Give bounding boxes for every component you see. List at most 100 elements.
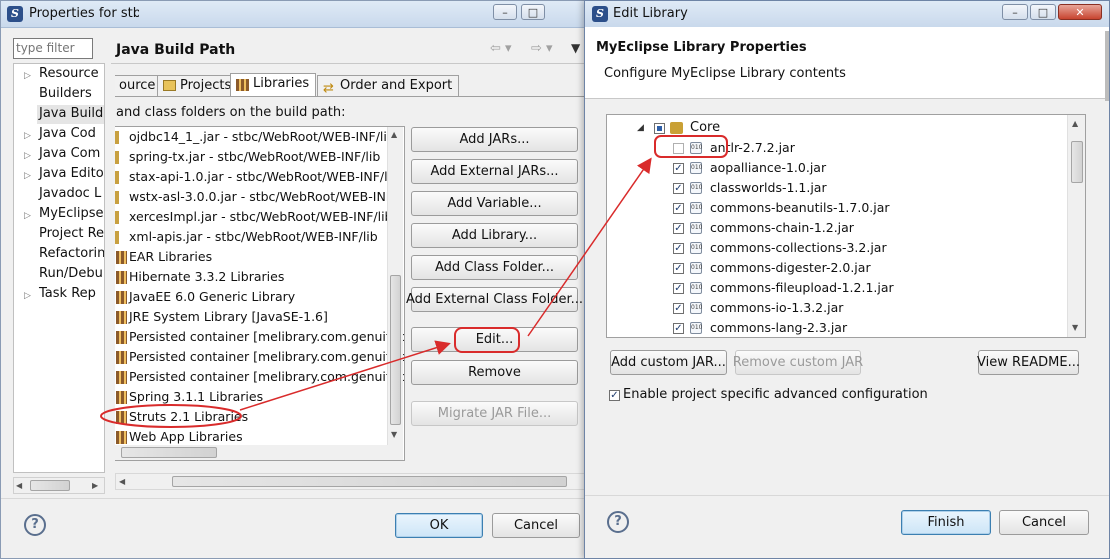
library-row[interactable]: stax-api-1.0.jar - stbc/WebRoot/WEB-INF/… [115, 167, 399, 187]
expand-arrow-icon[interactable]: ▷ [24, 291, 31, 301]
expand-arrow-icon[interactable]: ▷ [24, 171, 31, 181]
nav-item-java-editor[interactable]: Java Edito [39, 166, 104, 181]
nav-item-java-build-path[interactable]: Java Build [39, 106, 103, 121]
library-row[interactable]: xercesImpl.jar - stbc/WebRoot/WEB-INF/li… [115, 207, 393, 227]
library-row[interactable]: Persisted container [melibrary.com.genui… [115, 367, 404, 387]
jar-checkbox[interactable]: ✓ [673, 183, 684, 194]
nav-item-project-references[interactable]: Project Re [39, 226, 104, 241]
remove-custom-jar-button[interactable]: Remove custom JAR [733, 350, 863, 375]
help-icon[interactable]: ? [607, 511, 629, 533]
finish-button[interactable]: Finish [901, 510, 991, 535]
jar-name[interactable]: classworlds-1.1.jar [710, 178, 827, 198]
nav-item-run-debug[interactable]: Run/Debu [39, 266, 103, 281]
add-jars-button[interactable]: Add JARs... [411, 127, 578, 152]
view-readme-button[interactable]: View README... [977, 350, 1080, 375]
jar-checkbox[interactable]: ✓ [673, 203, 684, 214]
libraries-vscroll[interactable]: ▲ ▼ [387, 127, 403, 445]
library-row[interactable]: ojdbc14_1_.jar - stbc/WebRoot/WEB-INF/li… [115, 127, 395, 147]
jar-name[interactable]: commons-collections-3.2.jar [710, 238, 887, 258]
close-button[interactable]: ✕ [1058, 4, 1102, 20]
enable-advanced-checkbox[interactable]: ✓ [609, 390, 620, 401]
libraries-list[interactable]: ojdbc14_1_.jar - stbc/WebRoot/WEB-INF/li… [115, 126, 405, 461]
nav-back-icon[interactable]: ⇦ ▾ [490, 41, 512, 56]
properties-cancel-button[interactable]: Cancel [492, 513, 580, 538]
filter-input[interactable] [14, 39, 92, 56]
nav-item-java-compiler[interactable]: Java Com [39, 146, 100, 161]
minimize-button[interactable]: – [493, 4, 517, 20]
jar-checkbox[interactable]: ✓ [673, 323, 684, 334]
expand-arrow-icon[interactable]: ▷ [24, 151, 31, 161]
library-row[interactable]: Spring 3.1.1 Libraries [115, 387, 387, 407]
jar-name[interactable]: antlr-2.7.2.jar [710, 138, 795, 158]
tab-libraries[interactable]: Libraries [230, 73, 317, 97]
tree-root-core[interactable]: Core [690, 120, 720, 135]
maximize-button[interactable]: □ [1030, 4, 1056, 20]
nav-item-java-code[interactable]: Java Cod [39, 126, 96, 141]
nav-item-refactoring[interactable]: Refactorin [39, 246, 104, 261]
jar-name[interactable]: commons-beanutils-1.7.0.jar [710, 198, 890, 218]
collapse-arrow-icon[interactable]: ◢ [637, 123, 644, 133]
jar-checkbox[interactable]: ✓ [673, 303, 684, 314]
libraries-hscroll[interactable] [115, 445, 403, 460]
tab-projects[interactable]: Projects [157, 75, 239, 97]
nav-item-resource[interactable]: Resource [39, 66, 99, 81]
nav-forward-icon[interactable]: ⇨ ▾ [531, 41, 553, 56]
tab-source[interactable]: ource [115, 75, 163, 97]
view-menu-icon[interactable]: ▼ [571, 41, 580, 55]
minimize-button[interactable]: – [1002, 4, 1028, 20]
library-row[interactable]: Hibernate 3.3.2 Libraries [115, 267, 387, 287]
library-row[interactable]: xml-apis.jar - stbc/WebRoot/WEB-INF/lib [115, 227, 387, 247]
jar-name[interactable]: commons-digester-2.0.jar [710, 258, 871, 278]
jar-checkbox[interactable]: ✓ [673, 283, 684, 294]
add-external-jars-button[interactable]: Add External JARs... [411, 159, 578, 184]
library-row[interactable]: Persisted container [melibrary.com.genui… [115, 327, 404, 347]
expand-arrow-icon[interactable]: ▷ [24, 131, 31, 141]
jar-name[interactable]: commons-chain-1.2.jar [710, 218, 854, 238]
expand-arrow-icon[interactable]: ▷ [24, 71, 31, 81]
add-custom-jar-button[interactable]: Add custom JAR... [610, 350, 727, 375]
jar-checkbox[interactable]: ✓ [673, 223, 684, 234]
jar-checkbox[interactable] [673, 143, 684, 154]
tab-order-and-export[interactable]: ⇄ Order and Export [317, 75, 460, 97]
add-external-class-folder-button[interactable]: Add External Class Folder... [406, 287, 583, 312]
jar-name[interactable]: commons-io-1.3.2.jar [710, 298, 843, 318]
library-jar-tree[interactable]: ◢ Core 010 antlr-2.7.2.jar ✓ 010 aopalliance… [606, 114, 1086, 338]
add-library-button[interactable]: Add Library... [411, 223, 578, 248]
jar-name[interactable]: commons-lang-2.3.jar [710, 318, 847, 337]
nav-hscroll[interactable]: ◀ ▶ [13, 477, 105, 494]
maximize-button[interactable]: □ [521, 4, 545, 20]
jar-tree-vscroll[interactable]: ▲ ▼ [1067, 115, 1085, 337]
library-row[interactable]: JRE System Library [JavaSE-1.6] [115, 307, 387, 327]
library-row[interactable]: Struts 2.1 Libraries [115, 407, 387, 427]
nav-item-myeclipse[interactable]: MyEclipse [39, 206, 104, 221]
add-class-folder-button[interactable]: Add Class Folder... [411, 255, 578, 280]
edit-button[interactable]: Edit... [411, 327, 578, 352]
jar-name[interactable]: aopalliance-1.0.jar [710, 158, 826, 178]
library-row[interactable]: Persisted container [melibrary.com.genui… [115, 347, 404, 367]
library-row[interactable]: spring-tx.jar - stbc/WebRoot/WEB-INF/lib [115, 147, 387, 167]
remove-button[interactable]: Remove [411, 360, 578, 385]
help-icon[interactable]: ? [24, 514, 46, 536]
migrate-jar-button[interactable]: Migrate JAR File... [411, 401, 578, 426]
library-row[interactable]: EAR Libraries [115, 247, 387, 267]
nav-hscroll-thumb[interactable] [30, 480, 70, 491]
add-variable-button[interactable]: Add Variable... [411, 191, 578, 216]
library-row[interactable]: JavaEE 6.0 Generic Library [115, 287, 387, 307]
core-partial-checkbox[interactable] [654, 123, 665, 134]
nav-item-task-repository[interactable]: Task Rep [39, 286, 96, 301]
jar-name[interactable]: commons-fileupload-1.2.1.jar [710, 278, 894, 298]
jar-checkbox[interactable]: ✓ [673, 263, 684, 274]
library-row[interactable]: Web App Libraries [115, 427, 387, 447]
ok-button[interactable]: OK [395, 513, 483, 538]
library-row[interactable]: wstx-asl-3.0.0.jar - stbc/WebRoot/WEB-IN… [115, 187, 404, 207]
edit-library-cancel-button[interactable]: Cancel [999, 510, 1089, 535]
enable-advanced-label[interactable]: Enable project specific advanced configu… [623, 387, 928, 402]
page-hscroll-thumb[interactable] [172, 476, 567, 487]
page-hscroll[interactable]: ◀ [115, 473, 585, 490]
jar-checkbox[interactable]: ✓ [673, 243, 684, 254]
nav-item-builders[interactable]: Builders [39, 86, 92, 101]
nav-item-javadoc[interactable]: Javadoc L [39, 186, 101, 201]
expand-arrow-icon[interactable]: ▷ [24, 211, 31, 221]
libraries-hscroll-thumb[interactable] [121, 447, 217, 458]
jar-tree-vscroll-thumb[interactable] [1071, 141, 1083, 183]
